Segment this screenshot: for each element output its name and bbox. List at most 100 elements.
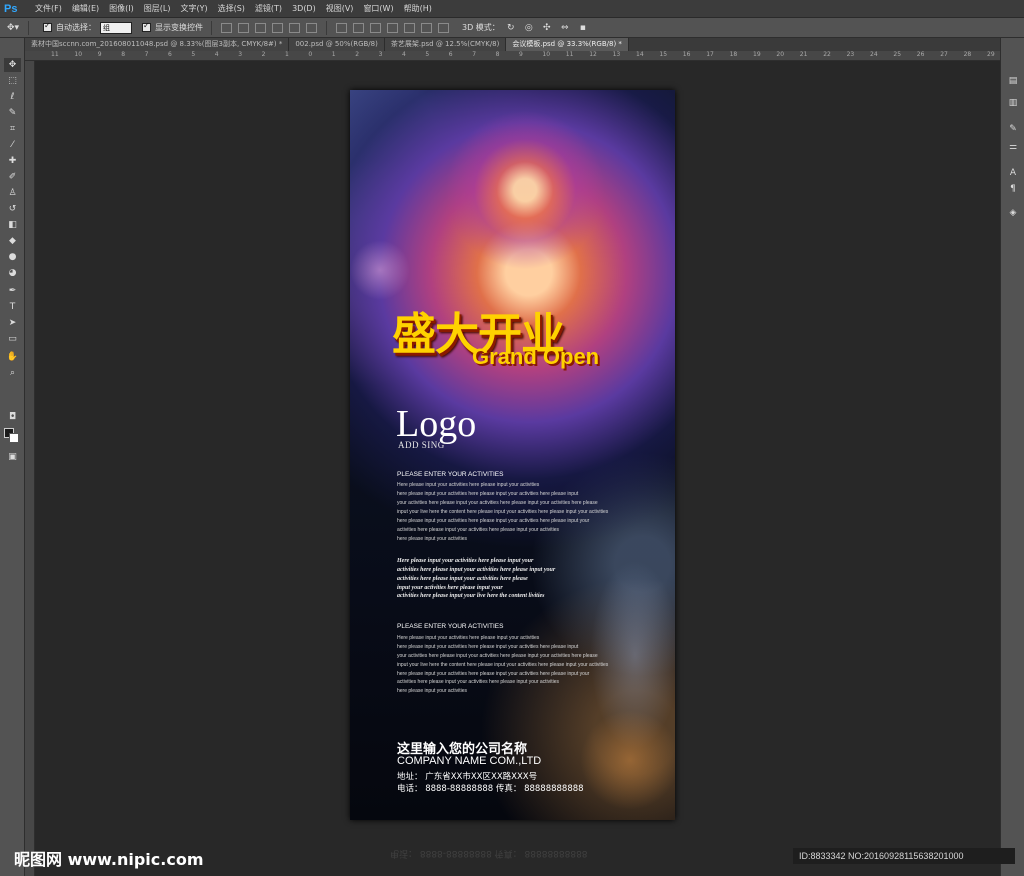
ruler-tick-label: 1 bbox=[285, 51, 289, 58]
3d-mode-label: 3D 模式： bbox=[462, 23, 500, 32]
paragraph-panel-icon[interactable]: ¶ bbox=[1006, 182, 1020, 195]
3d-slide-icon[interactable]: ⇔ bbox=[558, 22, 572, 34]
menu-select[interactable]: 选择(S) bbox=[213, 3, 250, 14]
align-vcenter-icon[interactable] bbox=[238, 22, 249, 33]
properties-panel-icon[interactable]: ▥ bbox=[1006, 96, 1020, 109]
3d-roll-icon[interactable]: ◎ bbox=[522, 22, 536, 34]
3d-scale-icon[interactable]: ▪ bbox=[576, 22, 590, 34]
ruler-vertical bbox=[25, 61, 35, 876]
crop-tool-icon[interactable]: ⌗ bbox=[4, 122, 21, 136]
auto-select-checkbox[interactable] bbox=[43, 21, 52, 32]
move-tool-preset-icon[interactable]: ✥▾ bbox=[6, 22, 20, 34]
rectangle-tool-icon[interactable]: ▭ bbox=[4, 332, 21, 346]
menu-help[interactable]: 帮助(H) bbox=[399, 3, 437, 14]
clone-stamp-tool-icon[interactable]: ♙ bbox=[4, 186, 21, 200]
poster-title-en: Grand Open bbox=[472, 344, 600, 369]
blur-tool-icon[interactable]: ● bbox=[4, 250, 21, 264]
lasso-tool-icon[interactable]: ℓ bbox=[4, 90, 21, 104]
marquee-tool-icon[interactable]: ⬚ bbox=[4, 74, 21, 88]
distribute-top-icon[interactable] bbox=[336, 22, 347, 33]
align-left-icon[interactable] bbox=[272, 22, 283, 33]
doc-tab[interactable]: 002.psd @ 50%(RGB/8) bbox=[289, 38, 385, 51]
ruler-tick-label: 26 bbox=[916, 51, 925, 58]
screen-mode-icon[interactable]: ▣ bbox=[4, 450, 21, 464]
menu-layer[interactable]: 图层(L) bbox=[139, 3, 176, 14]
quick-mask-icon[interactable]: ◘ bbox=[4, 410, 21, 424]
separator bbox=[211, 20, 212, 35]
doc-tab-active[interactable]: 会议模板.psd @ 33.3%(RGB/8) * bbox=[506, 38, 629, 51]
distribute-left-icon[interactable] bbox=[387, 22, 398, 33]
auto-select-dropdown[interactable]: 组 bbox=[100, 21, 132, 34]
adjustments-panel-icon[interactable]: ⚌ bbox=[1006, 140, 1020, 153]
eyedropper-tool-icon[interactable]: ⁄ bbox=[4, 138, 21, 152]
doc-tab[interactable]: 素材中国sccnn.com_2016080110​48.psd @ 8.33%(… bbox=[25, 38, 290, 51]
body-text-line: activities here please input your activi… bbox=[397, 527, 560, 533]
ruler-tick-label: 21 bbox=[799, 51, 808, 58]
ruler-tick-label: 5 bbox=[425, 51, 430, 58]
brush-panel-icon[interactable]: ✎ bbox=[1006, 122, 1020, 135]
align-hcenter-icon[interactable] bbox=[289, 22, 300, 33]
path-select-tool-icon[interactable]: ➤ bbox=[4, 316, 21, 330]
history-panel-icon[interactable]: ▤ bbox=[1006, 74, 1020, 87]
3d-pan-icon[interactable]: ✣ bbox=[540, 22, 554, 34]
menu-3d[interactable]: 3D(D) bbox=[287, 4, 321, 13]
ruler-tick-label: 5 bbox=[191, 51, 196, 58]
distribute-bottom-icon[interactable] bbox=[370, 22, 381, 33]
ruler-tick-label: 8 bbox=[495, 51, 500, 58]
quick-select-tool-icon[interactable]: ✎ bbox=[4, 106, 21, 120]
type-tool-icon[interactable]: T bbox=[4, 300, 21, 314]
separator bbox=[28, 20, 29, 35]
menu-view[interactable]: 视图(V) bbox=[321, 3, 359, 14]
distribute-vcenter-icon[interactable] bbox=[353, 22, 364, 33]
paint-bucket-tool-icon[interactable]: ◆ bbox=[4, 234, 21, 248]
pen-tool-icon[interactable]: ✒ bbox=[4, 284, 21, 298]
script-text-line: activities here please input your activi… bbox=[397, 576, 528, 582]
body-text-line: here please input your activities here p… bbox=[397, 491, 579, 497]
auto-align-icon[interactable] bbox=[438, 22, 449, 33]
menu-edit[interactable]: 编辑(E) bbox=[67, 3, 104, 14]
ruler-tick-label: 7 bbox=[472, 51, 477, 58]
menu-image[interactable]: 图像(I) bbox=[104, 3, 139, 14]
3d-panel-icon[interactable]: ◈ bbox=[1006, 206, 1020, 219]
3d-rotate-icon[interactable]: ↻ bbox=[504, 22, 518, 34]
auto-select-label: 自动选择： bbox=[56, 23, 96, 32]
history-brush-tool-icon[interactable]: ↺ bbox=[4, 202, 21, 216]
options-bar: ✥▾ 自动选择： 组 显示变换控件 3D 模式： ↻ ◎ ✣ ⇔ ▪ bbox=[0, 18, 1024, 38]
body-text-line: input your live here the content here pl… bbox=[397, 662, 609, 668]
separator bbox=[326, 20, 327, 35]
site-watermark: 昵图网 www.nipic.com bbox=[14, 850, 204, 869]
poster-canvas[interactable]: 盛大开业 Grand Open Logo ADD SING PLEASE ENT… bbox=[350, 90, 675, 820]
menu-file[interactable]: 文件(F) bbox=[30, 3, 67, 14]
menu-type[interactable]: 文字(Y) bbox=[175, 3, 212, 14]
align-bottom-icon[interactable] bbox=[255, 22, 266, 33]
ruler-tick-label: 2 bbox=[355, 51, 360, 58]
zoom-tool-icon[interactable]: ⌕ bbox=[4, 366, 21, 380]
character-panel-icon[interactable]: A bbox=[1006, 166, 1020, 179]
body-text-line: Here please input your activities here p… bbox=[397, 635, 540, 641]
distribute-hcenter-icon[interactable] bbox=[404, 22, 415, 33]
ruler-tick-label: 2 bbox=[261, 51, 266, 58]
hand-tool-icon[interactable]: ✋ bbox=[4, 350, 21, 364]
section-heading: PLEASE ENTER YOUR ACTIVITIES bbox=[397, 623, 504, 630]
ruler-tick-label: 9 bbox=[97, 51, 102, 58]
body-text-line: your activities here please input your a… bbox=[397, 653, 598, 659]
script-text-line: activities here please input your activi… bbox=[397, 567, 556, 573]
align-right-icon[interactable] bbox=[306, 22, 317, 33]
distribute-right-icon[interactable] bbox=[421, 22, 432, 33]
body-text-line: activities here please input your activi… bbox=[397, 679, 560, 685]
move-tool-icon[interactable]: ✥ bbox=[4, 58, 21, 72]
show-transform-checkbox[interactable] bbox=[142, 21, 151, 32]
ruler-horizontal: 11 10 9 8 7 6 5 4 3 2 1 0 1 2 3 4 5 6 7 8 9 10 11 12 13 14 15 16 17 1… bbox=[25, 51, 1000, 61]
ruler-tick-label: 8 bbox=[121, 51, 126, 58]
ruler-tick-label: 9 bbox=[519, 51, 523, 58]
eraser-tool-icon[interactable]: ◧ bbox=[4, 218, 21, 232]
brush-tool-icon[interactable]: ✐ bbox=[4, 170, 21, 184]
ruler-tick-label: 10 bbox=[542, 51, 551, 58]
healing-brush-tool-icon[interactable]: ✚ bbox=[4, 154, 21, 168]
align-top-icon[interactable] bbox=[221, 22, 232, 33]
doc-tab[interactable]: 茶艺展架.psd @ 12.5%(CMYK/8) bbox=[384, 38, 507, 51]
menu-filter[interactable]: 滤镜(T) bbox=[250, 3, 287, 14]
menu-window[interactable]: 窗口(W) bbox=[358, 3, 398, 14]
ruler-tick-label: 25 bbox=[893, 51, 902, 58]
dodge-tool-icon[interactable]: ◕ bbox=[4, 266, 21, 280]
